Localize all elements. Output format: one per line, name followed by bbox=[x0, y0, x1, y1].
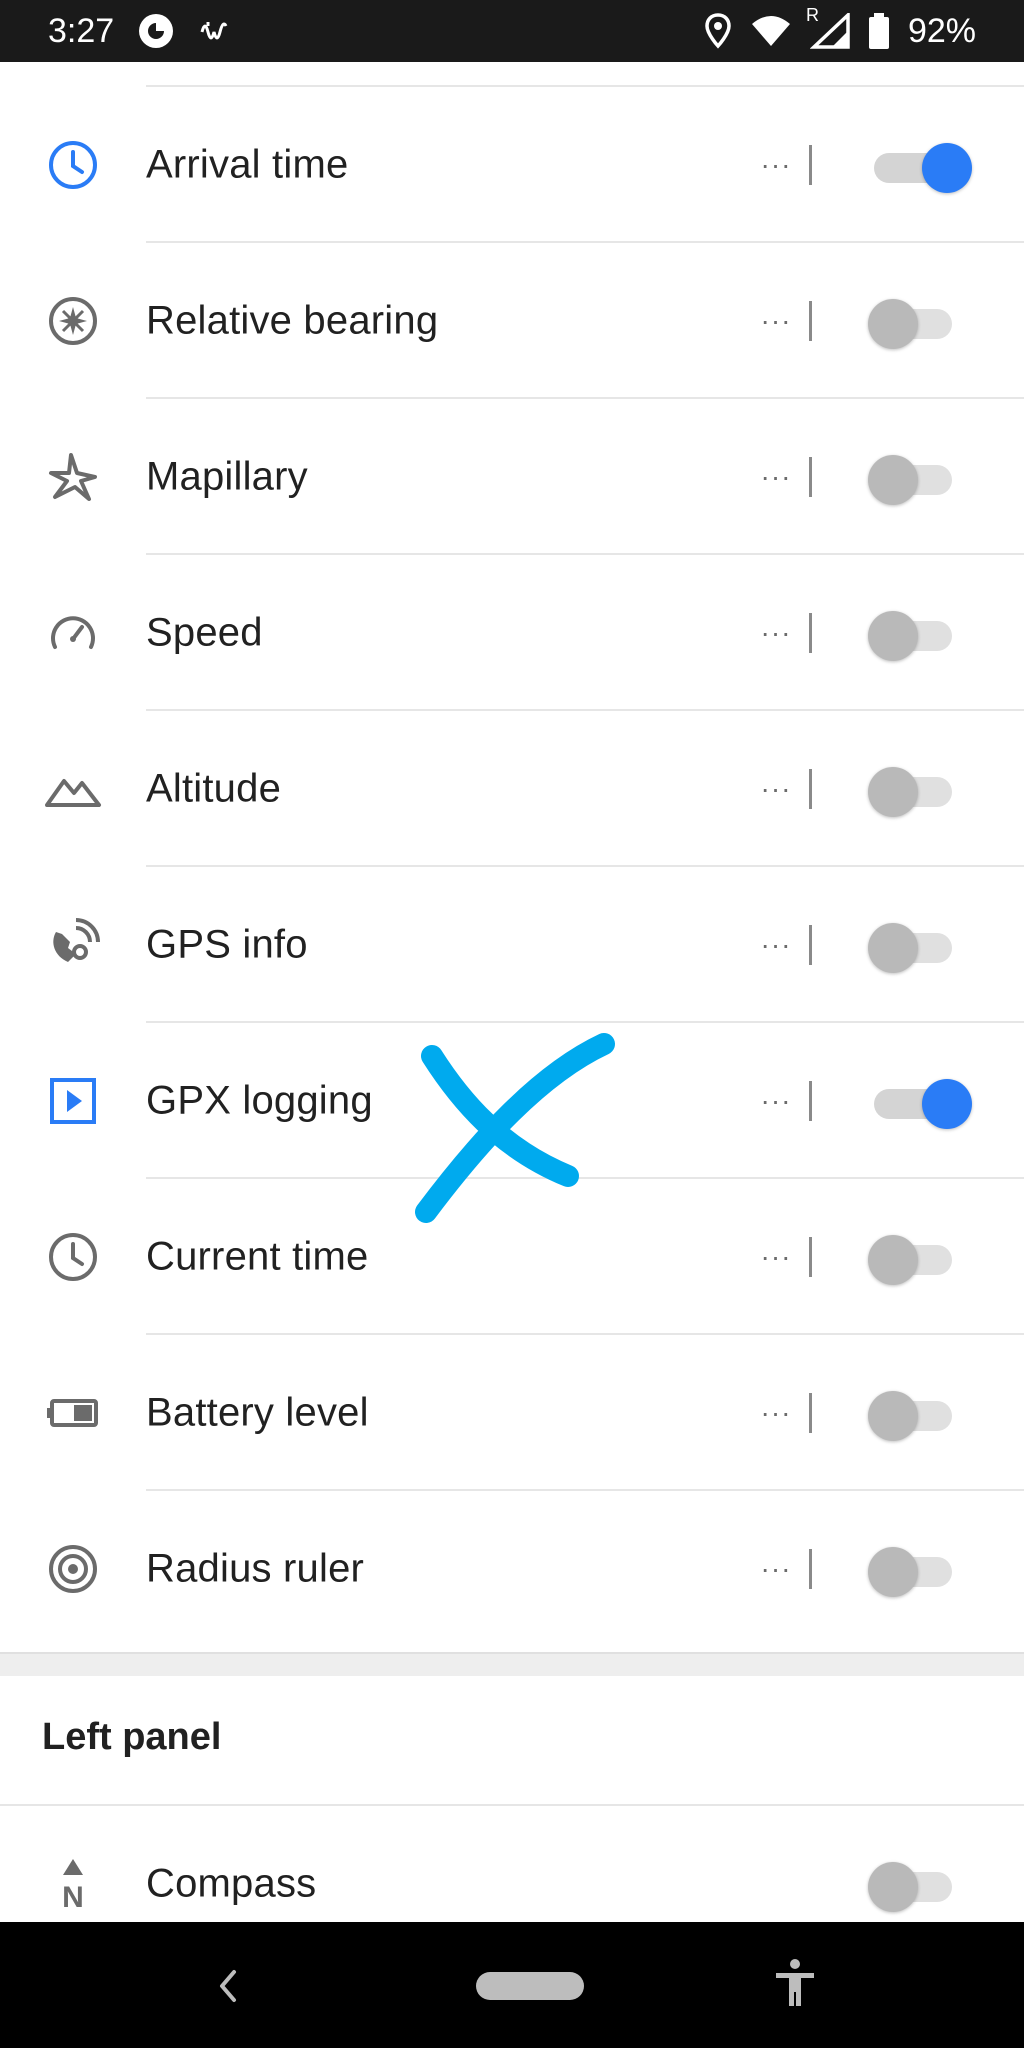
item-label: Arrival time bbox=[146, 142, 349, 187]
play-square-icon bbox=[44, 1072, 102, 1130]
toggle-knob bbox=[922, 143, 972, 193]
toggle-knob bbox=[868, 1235, 918, 1285]
toggle-switch[interactable] bbox=[866, 1227, 958, 1287]
accessibility-icon[interactable] bbox=[772, 1958, 818, 2015]
toggle-knob bbox=[868, 455, 918, 505]
waveform-icon bbox=[198, 14, 232, 48]
toggle-knob bbox=[868, 1547, 918, 1597]
list-item-altitude[interactable]: Altitude ··· bbox=[0, 711, 1024, 867]
toggle-knob bbox=[868, 923, 918, 973]
battery-icon bbox=[868, 13, 890, 49]
roaming-indicator: R bbox=[805, 5, 819, 25]
toggle-switch[interactable] bbox=[866, 291, 958, 351]
item-label: Compass bbox=[146, 1861, 317, 1906]
toggle-switch[interactable] bbox=[866, 1539, 958, 1599]
toggle-switch[interactable] bbox=[866, 603, 958, 663]
back-icon[interactable] bbox=[212, 1964, 242, 2013]
compass-north-icon: N bbox=[44, 1855, 102, 1913]
item-label: Relative bearing bbox=[146, 298, 439, 343]
more-options-button[interactable]: ··· bbox=[758, 775, 794, 803]
list-item-mapillary[interactable]: Mapillary ··· bbox=[0, 399, 1024, 555]
toggle-switch[interactable] bbox=[866, 1383, 958, 1443]
toggle-knob bbox=[868, 611, 918, 661]
toggle-switch[interactable] bbox=[866, 759, 958, 819]
satellite-icon bbox=[44, 916, 102, 974]
item-label: Speed bbox=[146, 610, 263, 655]
navigation-bar bbox=[0, 1922, 1024, 2048]
more-options-button[interactable]: ··· bbox=[758, 1555, 794, 1583]
wifi-icon bbox=[750, 14, 792, 48]
clock-icon bbox=[44, 136, 102, 194]
more-options-button[interactable]: ··· bbox=[758, 1087, 794, 1115]
vertical-separator bbox=[809, 769, 812, 809]
clock-icon bbox=[44, 1228, 102, 1286]
toggle-switch[interactable] bbox=[866, 447, 958, 507]
battery-percent: 92% bbox=[907, 11, 976, 50]
item-label: Current time bbox=[146, 1234, 369, 1279]
item-label: Altitude bbox=[146, 766, 282, 811]
toggle-switch[interactable] bbox=[866, 1854, 958, 1914]
vertical-separator bbox=[809, 1237, 812, 1277]
list-item-gps-info[interactable]: GPS info ··· bbox=[0, 867, 1024, 1023]
toggle-switch[interactable] bbox=[866, 135, 972, 195]
list-item-speed[interactable]: Speed ··· bbox=[0, 555, 1024, 711]
vertical-separator bbox=[809, 145, 812, 185]
vertical-separator bbox=[809, 613, 812, 653]
vertical-separator bbox=[809, 1393, 812, 1433]
item-label: Radius ruler bbox=[146, 1546, 365, 1591]
section-title-left-panel: Left panel bbox=[42, 1716, 222, 1758]
item-label: GPS info bbox=[146, 922, 308, 967]
more-options-button[interactable]: ··· bbox=[758, 151, 794, 179]
toggle-switch[interactable] bbox=[866, 1071, 972, 1131]
item-label: Mapillary bbox=[146, 454, 308, 499]
item-label: GPX logging bbox=[146, 1078, 373, 1123]
home-pill-button[interactable] bbox=[476, 1972, 584, 2000]
vertical-separator bbox=[809, 1081, 812, 1121]
toggle-knob bbox=[868, 299, 918, 349]
target-icon bbox=[44, 1540, 102, 1598]
toggle-knob bbox=[868, 1391, 918, 1441]
battery-level-icon bbox=[44, 1384, 102, 1442]
mountain-icon bbox=[44, 760, 102, 818]
item-label: Battery level bbox=[146, 1390, 369, 1435]
list-item-arrival-time[interactable]: Arrival time ··· bbox=[0, 87, 1024, 243]
status-time: 3:27 bbox=[48, 11, 115, 50]
vertical-separator bbox=[809, 925, 812, 965]
status-bar: 3:27 R 92% bbox=[0, 0, 1024, 62]
toggle-knob bbox=[868, 767, 918, 817]
more-options-button[interactable]: ··· bbox=[758, 463, 794, 491]
more-options-button[interactable]: ··· bbox=[758, 619, 794, 647]
section-separator bbox=[0, 1652, 1024, 1676]
hand-drawn-x-annotation bbox=[400, 1030, 630, 1235]
signal-icon: R bbox=[806, 5, 850, 49]
list-item-radius-ruler[interactable]: Radius ruler ··· bbox=[0, 1491, 1024, 1647]
app-notification-icon bbox=[136, 11, 176, 51]
toggle-switch[interactable] bbox=[866, 915, 958, 975]
toggle-knob bbox=[868, 1862, 918, 1912]
list-item-relative-bearing[interactable]: Relative bearing ··· bbox=[0, 243, 1024, 399]
vertical-separator bbox=[809, 457, 812, 497]
more-options-button[interactable]: ··· bbox=[758, 307, 794, 335]
vertical-separator bbox=[809, 301, 812, 341]
more-options-button[interactable]: ··· bbox=[758, 1399, 794, 1427]
svg-text:N: N bbox=[62, 1881, 84, 1911]
vertical-separator bbox=[809, 1549, 812, 1589]
list-item-battery-level[interactable]: Battery level ··· bbox=[0, 1335, 1024, 1491]
more-options-button[interactable]: ··· bbox=[758, 1243, 794, 1271]
toggle-knob bbox=[922, 1079, 972, 1129]
speedometer-icon bbox=[44, 604, 102, 662]
mapillary-icon bbox=[44, 448, 102, 506]
compass-bearing-icon bbox=[44, 292, 102, 350]
location-pin-icon bbox=[704, 13, 732, 49]
more-options-button[interactable]: ··· bbox=[758, 931, 794, 959]
